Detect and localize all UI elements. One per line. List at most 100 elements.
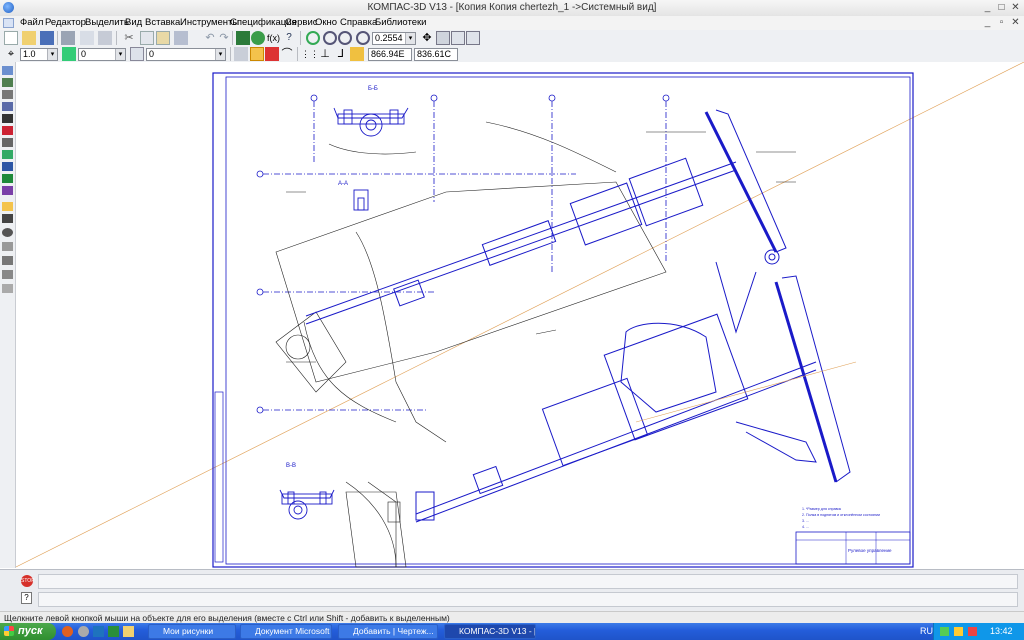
style-field[interactable]: 0 ▾ (146, 48, 226, 61)
menu-editor[interactable]: Редактор (45, 17, 86, 28)
tray-network-icon[interactable] (940, 627, 949, 636)
new-document-icon[interactable] (4, 31, 18, 45)
manager-icon[interactable] (236, 31, 250, 45)
save-icon[interactable] (40, 31, 54, 45)
chevron-down-icon[interactable]: ▾ (405, 33, 415, 44)
help-icon[interactable]: ? (21, 592, 32, 604)
paste-icon[interactable] (156, 31, 170, 45)
zoom-in-icon[interactable] (306, 31, 320, 45)
round-icon[interactable]: ⌒ (280, 47, 294, 61)
quicklaunch-folder-icon[interactable] (123, 626, 134, 637)
geometry-tool-icon[interactable] (2, 66, 13, 75)
drawing-canvas[interactable]: Рулевое управление 1. *Размер для справо… (15, 61, 1024, 568)
help-pointer-icon[interactable]: ? (282, 31, 296, 45)
orthogonal-icon[interactable]: ⊥ (318, 47, 332, 61)
polyline-tool-icon[interactable] (2, 270, 13, 279)
print-preview-icon[interactable] (80, 31, 94, 45)
toolbar-separator (297, 47, 298, 61)
tray-volume-icon[interactable] (954, 627, 963, 636)
zoom-scale-icon[interactable] (356, 31, 370, 45)
close-button[interactable]: ✕ (1009, 1, 1022, 14)
quicklaunch-opera-icon[interactable] (62, 626, 73, 637)
measure-tool-icon[interactable] (2, 126, 13, 135)
menu-help[interactable]: Справка (340, 17, 377, 28)
document-icon[interactable] (3, 18, 14, 28)
symbol-tool-icon[interactable] (2, 90, 13, 99)
print-icon[interactable] (61, 31, 75, 45)
task-kompas[interactable]: КОМПАС-3D V13 - [К... (444, 624, 536, 639)
menu-select[interactable]: Выделить (85, 17, 129, 28)
menu-service[interactable]: Сервис (285, 17, 318, 28)
line-scale-field[interactable]: 1.0 ▾ (20, 48, 58, 61)
doc-close-button[interactable]: ✕ (1009, 16, 1022, 29)
quicklaunch-search-icon[interactable] (78, 626, 89, 637)
minimize-button[interactable]: _ (981, 1, 994, 14)
edit-tool-icon[interactable] (2, 102, 13, 111)
parametrization-tool-icon[interactable] (2, 114, 13, 123)
zoom-window-icon[interactable] (323, 31, 337, 45)
insert-tool-icon[interactable] (2, 174, 13, 183)
snap-toggle-icon[interactable] (250, 47, 264, 61)
cut-icon[interactable]: ✂ (122, 31, 136, 45)
chevron-down-icon[interactable]: ▾ (215, 49, 225, 60)
hatch-tool-icon[interactable] (2, 284, 13, 293)
dimension-tool-icon[interactable] (2, 78, 13, 87)
local-cs-icon[interactable]: ⅃ (334, 47, 348, 61)
zoom-out-icon[interactable] (338, 31, 352, 45)
spec-tool-icon[interactable] (2, 150, 13, 159)
properties-icon[interactable] (174, 31, 188, 45)
next-view-icon[interactable] (466, 31, 480, 45)
circle-tool-icon[interactable] (2, 228, 13, 237)
layer-icon[interactable] (62, 47, 76, 61)
library-manager-icon[interactable] (251, 31, 265, 45)
menu-window[interactable]: Окно (315, 17, 337, 28)
arc-tool-icon[interactable] (2, 242, 13, 251)
undo-icon[interactable]: ↶ (203, 31, 217, 45)
task-browser-add[interactable]: Добавить | Чертеж... (338, 624, 438, 639)
task-my-pictures[interactable]: Мои рисунки (148, 624, 236, 639)
quicklaunch-word-icon[interactable] (93, 626, 104, 637)
menu-libraries[interactable]: Библиотеки (375, 17, 426, 28)
doc-restore-button[interactable]: ▫ (995, 16, 1008, 29)
segment-tool-icon[interactable] (2, 214, 13, 223)
magnet-icon[interactable] (265, 47, 279, 61)
coord-x-field[interactable]: 866.94E (368, 48, 412, 61)
menu-view[interactable]: Вид (125, 17, 142, 28)
point-tool-icon[interactable] (2, 202, 13, 211)
language-indicator[interactable]: RU (920, 624, 933, 639)
maximize-button[interactable]: □ (995, 1, 1008, 14)
pan-icon[interactable]: ✥ (420, 31, 434, 45)
brush-icon[interactable] (188, 31, 202, 45)
select-tool-icon[interactable] (2, 138, 13, 147)
ortho-mode-icon[interactable] (350, 47, 364, 61)
menu-insert[interactable]: Вставка (145, 17, 180, 28)
formula-icon[interactable]: f(x) (266, 31, 280, 45)
grid-icon[interactable]: ⋮⋮ (300, 47, 319, 61)
menu-file[interactable]: Файл (20, 17, 43, 28)
copy-icon[interactable] (140, 31, 154, 45)
doc-minimize-button[interactable]: _ (981, 16, 994, 29)
chevron-down-icon[interactable]: ▾ (47, 49, 57, 60)
start-button[interactable]: пуск (0, 623, 56, 640)
coord-y-field[interactable]: 836.61C (414, 48, 458, 61)
style-icon[interactable] (130, 47, 144, 61)
previous-view-icon[interactable] (451, 31, 465, 45)
grid-snap-icon[interactable]: ⌖ (4, 47, 18, 61)
cursor-icon[interactable] (234, 47, 248, 61)
redo-icon[interactable]: ↷ (217, 31, 231, 45)
note-2: 2. Полка в поднятом и отклонённом состоя… (802, 513, 880, 517)
zoom-scale-value: 0.2554 (375, 33, 403, 43)
zoom-scale-field[interactable]: 0.2554 ▾ (372, 32, 416, 45)
chevron-down-icon[interactable]: ▾ (115, 49, 125, 60)
ellipse-tool-icon[interactable] (2, 256, 13, 265)
task-word-document[interactable]: Документ Microsoft ... (240, 624, 332, 639)
pdf-icon[interactable] (98, 31, 112, 45)
open-icon[interactable] (22, 31, 36, 45)
tray-antivirus-icon[interactable] (968, 627, 977, 636)
view-tool-icon[interactable] (2, 186, 13, 195)
quicklaunch-excel-icon[interactable] (108, 626, 119, 637)
layer-field[interactable]: 0 ▾ (78, 48, 126, 61)
refresh-view-icon[interactable] (436, 31, 450, 45)
report-tool-icon[interactable] (2, 162, 13, 171)
stop-icon[interactable]: STOP (21, 575, 35, 587)
